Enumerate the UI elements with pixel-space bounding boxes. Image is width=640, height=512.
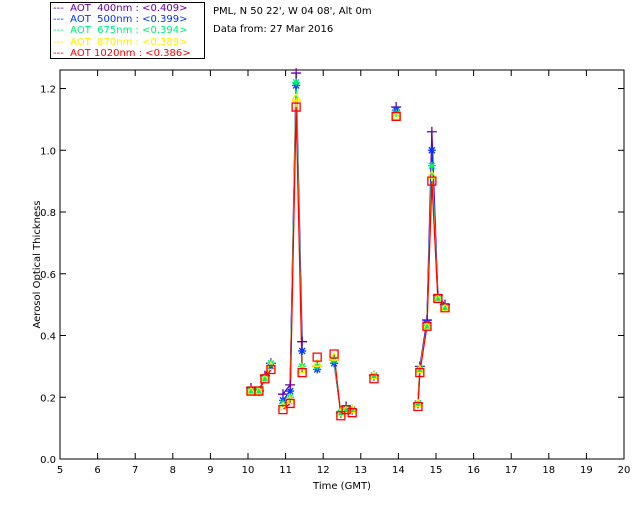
- plot-area: 5 6 7 8 9 10 11 12 13 14 15 16 17 18 19 200.00.20.40.60…: [32, 68, 631, 492]
- x-tick-label: 16: [467, 465, 480, 476]
- series-line: [251, 82, 446, 414]
- x-tick-label: 7: [132, 465, 138, 476]
- x-tick-label: 11: [279, 465, 292, 476]
- x-tick-label: 14: [392, 465, 405, 476]
- y-tick-label: 0.4: [40, 332, 56, 343]
- x-tick-label: 13: [354, 465, 367, 476]
- series-line: [250, 73, 446, 415]
- data-point: [427, 146, 436, 155]
- x-tick-label: 20: [618, 465, 631, 476]
- data-point: [427, 161, 436, 170]
- x-tick-label: 15: [430, 465, 443, 476]
- x-tick-label: 9: [207, 465, 213, 476]
- x-tick-label: 12: [317, 465, 330, 476]
- data-point: [297, 336, 308, 347]
- data-point: [426, 126, 437, 137]
- axes-frame: [59, 69, 625, 460]
- series-line: [251, 97, 446, 414]
- x-tick-label: 19: [580, 465, 593, 476]
- x-axis-label: Time (GMT): [312, 481, 371, 492]
- x-tick-label: 5: [57, 465, 63, 476]
- x-tick-label: 6: [94, 465, 100, 476]
- x-tick-label: 18: [542, 465, 555, 476]
- y-tick-label: 1.0: [40, 146, 56, 157]
- data-point: [298, 346, 307, 355]
- series-line: [251, 85, 446, 414]
- x-tick-label: 8: [170, 465, 176, 476]
- y-tick-label: 0.0: [40, 455, 56, 466]
- chart: --- AOT 400nm : <0.409> --- AOT 500nm : <…: [0, 0, 640, 512]
- x-tick-label: 17: [505, 465, 518, 476]
- y-tick-label: 1.2: [40, 85, 56, 96]
- y-axis-label: Aerosol Optical Thickness: [32, 200, 43, 328]
- data-point: [292, 78, 301, 87]
- x-tick-label: 10: [242, 465, 255, 476]
- y-tick-label: 0.2: [40, 393, 56, 404]
